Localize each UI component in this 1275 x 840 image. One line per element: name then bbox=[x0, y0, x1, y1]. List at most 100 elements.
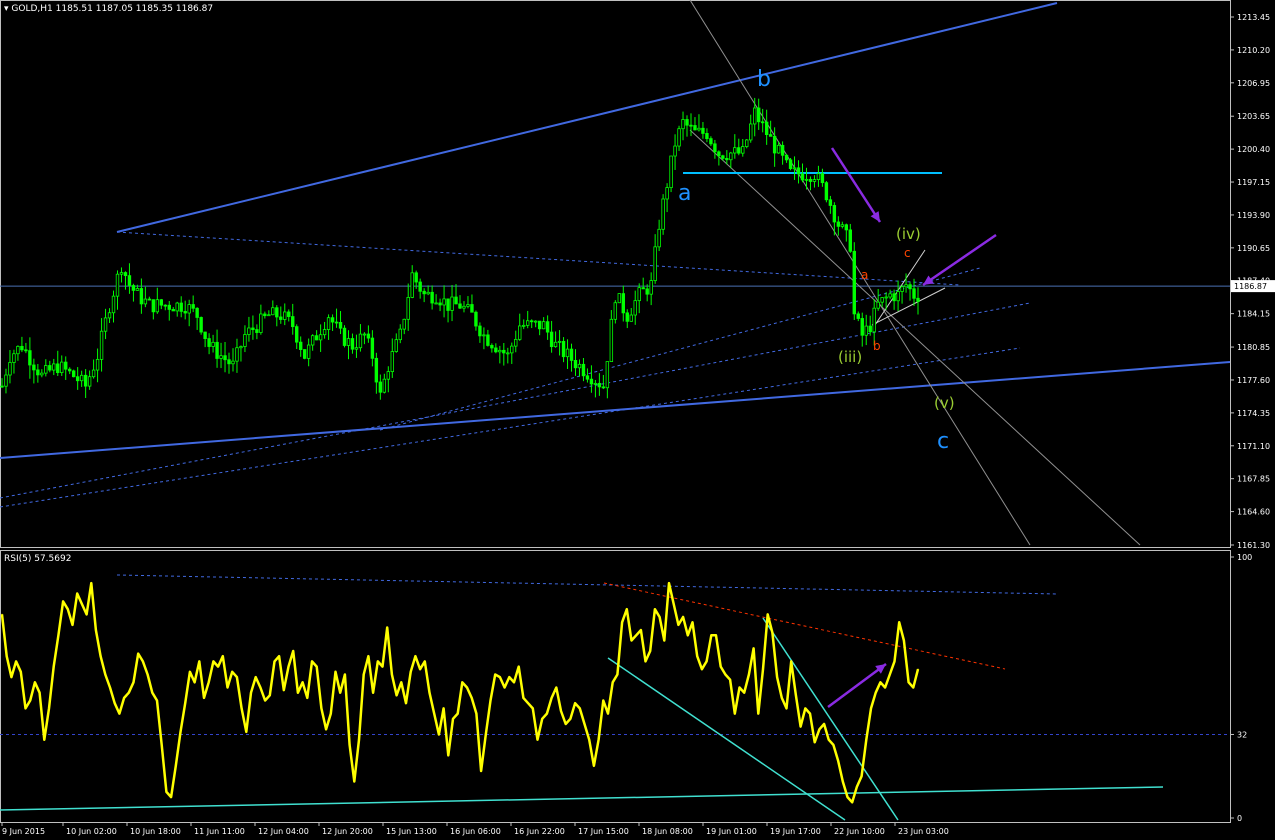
candle-body bbox=[597, 382, 602, 388]
rsi-point bbox=[522, 697, 525, 699]
time-tick-label: 12 Jun 20:00 bbox=[322, 827, 373, 836]
chart-canvas: 1213.45 1210.20 1206.95 1203.65 1200.40 1197.… bbox=[0, 0, 1275, 836]
candle-body bbox=[844, 224, 849, 231]
price-tick-label: 1203.65 bbox=[1237, 112, 1270, 121]
time-tick-label: 16 Jun 06:00 bbox=[450, 827, 501, 836]
rsi-point bbox=[428, 692, 431, 694]
candle-body bbox=[123, 272, 128, 277]
rsi-point bbox=[724, 673, 727, 676]
rsi-point bbox=[142, 660, 144, 663]
candle-body bbox=[657, 228, 661, 248]
rsi-point bbox=[330, 713, 332, 715]
wedge-line bbox=[871, 287, 946, 326]
rsi-point bbox=[118, 713, 120, 715]
candle-body bbox=[753, 107, 757, 125]
rsi-point bbox=[86, 613, 88, 616]
rsi-point bbox=[250, 692, 252, 694]
candle-body bbox=[199, 317, 203, 333]
candle-body bbox=[649, 280, 653, 295]
candle-body bbox=[99, 330, 104, 360]
rsi-point bbox=[184, 702, 186, 704]
candle-body bbox=[541, 321, 546, 330]
rsi-point bbox=[569, 718, 572, 720]
rsi-point bbox=[344, 673, 346, 676]
candle-body bbox=[75, 376, 80, 382]
candle-body bbox=[370, 337, 375, 359]
rsi-point bbox=[804, 707, 806, 710]
rsi-point bbox=[104, 673, 106, 676]
rsi-point bbox=[381, 666, 384, 668]
candle-body bbox=[44, 365, 48, 374]
rsi-point bbox=[889, 673, 891, 676]
candle-body bbox=[71, 370, 76, 378]
candle-body bbox=[28, 350, 32, 366]
rsi-point bbox=[377, 660, 379, 663]
rsi-point bbox=[710, 634, 712, 636]
candle-body bbox=[56, 363, 60, 374]
rsi-point bbox=[748, 673, 750, 676]
candle-body bbox=[291, 316, 295, 328]
rsi-point bbox=[466, 686, 468, 689]
chart-dropdown-icon[interactable]: ▾ bbox=[4, 4, 9, 14]
rsi-point bbox=[630, 639, 633, 642]
price-tick-label: 1213.45 bbox=[1237, 13, 1270, 22]
rsi-point bbox=[565, 723, 567, 725]
rsi-point bbox=[621, 621, 623, 623]
rsi-point bbox=[43, 739, 45, 741]
candle-body bbox=[529, 320, 534, 323]
rsi-point bbox=[677, 624, 680, 626]
candle-body bbox=[537, 320, 542, 330]
symbol-label: GOLD,H1 bbox=[11, 4, 53, 14]
candle-body bbox=[653, 246, 657, 282]
rsi-point bbox=[607, 713, 609, 715]
candle-body bbox=[271, 307, 275, 316]
candle-body bbox=[593, 382, 598, 385]
candle-body bbox=[661, 198, 665, 230]
rsi-point bbox=[691, 621, 694, 623]
candle-body bbox=[4, 374, 8, 387]
rsi-point bbox=[189, 671, 191, 673]
candle-body bbox=[382, 378, 387, 393]
rsi-series bbox=[0, 581, 920, 804]
time-tick-label: 11 Jun 11:00 bbox=[194, 827, 245, 836]
rsi-point bbox=[555, 686, 557, 689]
candle-body bbox=[545, 321, 550, 333]
price-tick-label: 1193.90 bbox=[1237, 211, 1270, 220]
candle-body bbox=[298, 341, 303, 350]
price-tick-label: 1184.15 bbox=[1237, 310, 1270, 319]
rsi-point bbox=[776, 676, 778, 678]
candle-body bbox=[175, 302, 179, 312]
rsi-point bbox=[908, 681, 910, 683]
rsi-point bbox=[433, 713, 435, 715]
parallel-channel-line bbox=[689, 0, 1031, 546]
rsi-point bbox=[551, 697, 553, 699]
rsi-point bbox=[917, 668, 919, 670]
candle-body bbox=[310, 335, 315, 346]
candle-body bbox=[115, 273, 120, 297]
rsi-point bbox=[771, 632, 774, 634]
rsi-point bbox=[912, 686, 914, 689]
rsi-point bbox=[842, 780, 844, 783]
rsi-point bbox=[297, 692, 299, 694]
candle-body bbox=[836, 221, 841, 227]
annotation-arrow bbox=[827, 662, 887, 709]
candle-body bbox=[868, 325, 872, 333]
candle-body bbox=[314, 335, 319, 341]
rsi-point bbox=[109, 686, 111, 689]
rsi-point bbox=[682, 616, 684, 618]
rsi-label: RSI(5) 57.5692 bbox=[4, 554, 72, 564]
wave-label-6: (v) bbox=[934, 394, 955, 412]
rsi-point bbox=[53, 666, 55, 668]
candles bbox=[0, 97, 920, 400]
rsi-point bbox=[856, 786, 858, 788]
rsi-point bbox=[626, 608, 628, 610]
rsi-line bbox=[0, 581, 920, 804]
candle-body bbox=[852, 250, 856, 315]
candle-body bbox=[828, 199, 833, 206]
rsi-point bbox=[349, 744, 351, 746]
dashed-trend-line bbox=[0, 347, 1021, 508]
rsi-point bbox=[865, 739, 867, 741]
candle-body bbox=[741, 146, 745, 154]
rsi-point bbox=[471, 697, 473, 699]
candle-body bbox=[283, 311, 287, 320]
